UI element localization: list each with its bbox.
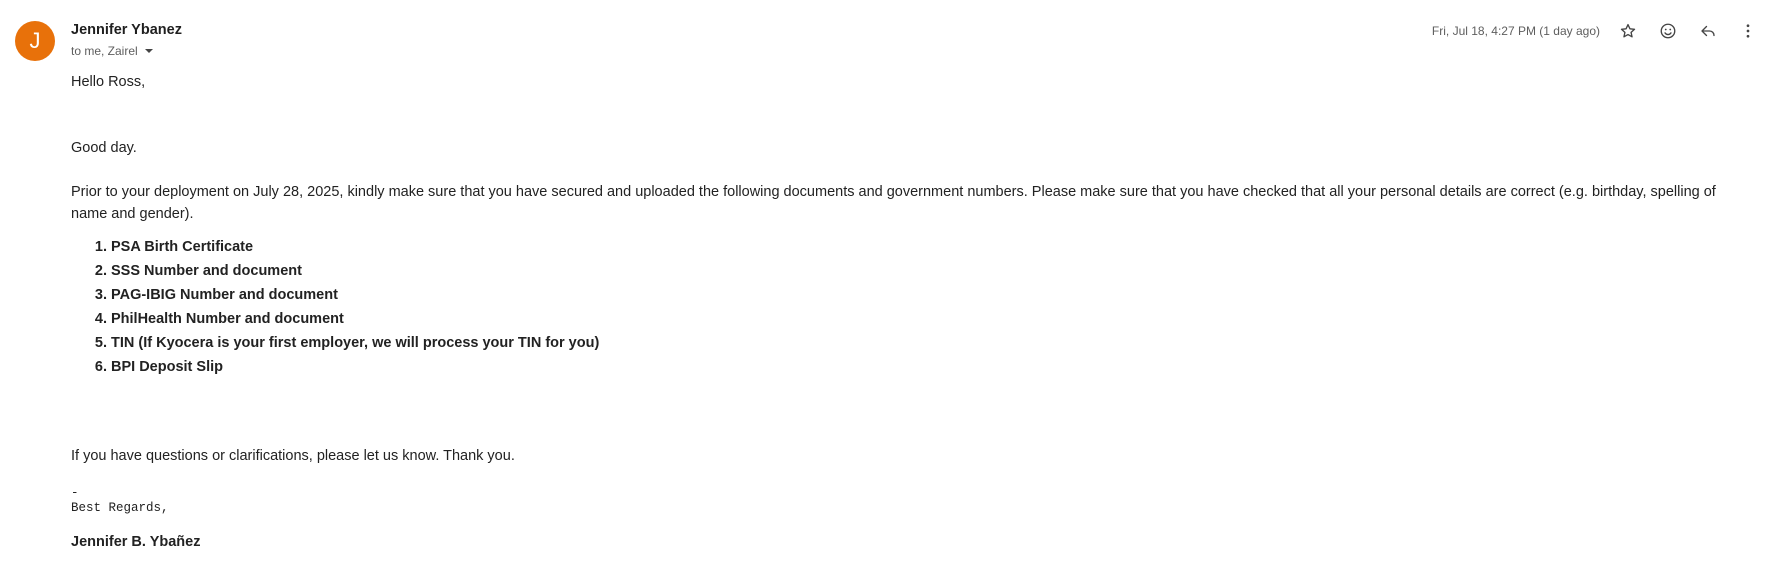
recipients-line: to me, Zairel: [71, 44, 156, 58]
email-body: Hello Ross, Good day. Prior to your depl…: [71, 71, 1744, 553]
message-header-actions: Fri, Jul 18, 4:27 PM (1 day ago): [1432, 17, 1770, 45]
emoji-icon[interactable]: [1654, 17, 1682, 45]
list-item: PSA Birth Certificate: [111, 235, 1744, 259]
sender-name[interactable]: Jennifer Ybanez: [71, 22, 182, 38]
list-item: TIN (If Kyocera is your first employer, …: [111, 331, 1744, 355]
signature-name: Jennifer B. Ybañez: [71, 534, 201, 550]
list-item: BPI Deposit Slip: [111, 355, 1744, 379]
message-timestamp: Fri, Jul 18, 4:27 PM (1 day ago): [1431, 24, 1600, 38]
signature-regards: Best Regards,: [71, 501, 169, 515]
list-item: SSS Number and document: [111, 259, 1744, 283]
sender-avatar[interactable]: J: [15, 21, 55, 61]
star-icon[interactable]: [1614, 17, 1642, 45]
more-vert-icon[interactable]: [1734, 17, 1762, 45]
email-greeting: Hello Ross,: [71, 74, 146, 90]
required-documents-list: PSA Birth Certificate SSS Number and doc…: [71, 235, 1744, 379]
signature-separator: -: [71, 486, 79, 500]
list-item: PhilHealth Number and document: [111, 307, 1744, 331]
reply-icon[interactable]: [1694, 17, 1722, 45]
recipients-text: to me, Zairel: [71, 44, 138, 58]
list-item: PAG-IBIG Number and document: [111, 283, 1744, 307]
email-intro-paragraph: Prior to your deployment on July 28, 202…: [71, 184, 1716, 222]
email-closing: If you have questions or clarifications,…: [71, 448, 515, 464]
email-good-day: Good day.: [71, 140, 137, 156]
chevron-down-icon[interactable]: [142, 44, 156, 58]
